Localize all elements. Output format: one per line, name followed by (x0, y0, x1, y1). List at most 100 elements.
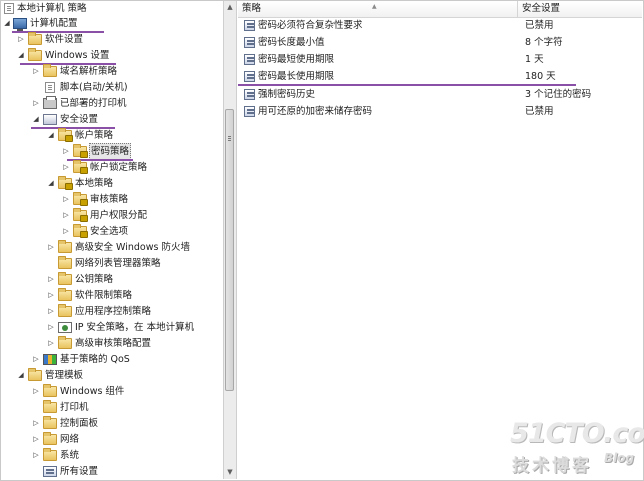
expand-arrow-icon[interactable]: ▷ (47, 336, 55, 351)
tree-item-label: 系统 (60, 450, 80, 461)
expand-arrow-icon[interactable]: ▷ (17, 32, 25, 47)
tree-item-label: 高级审核策略配置 (75, 338, 152, 349)
policy-item-icon (244, 37, 255, 48)
collapse-arrow-icon[interactable]: ◢ (47, 128, 55, 143)
expand-arrow-icon[interactable]: ▷ (47, 288, 55, 303)
tree-item-security-options[interactable]: ▷ 安全选项 (1, 224, 223, 239)
tree-item-lockout-policy[interactable]: ▷ 帐户锁定策略 (1, 160, 223, 175)
expand-arrow-icon[interactable]: ▷ (32, 432, 40, 447)
expand-arrow-icon[interactable]: ▷ (62, 192, 70, 207)
expand-arrow-icon[interactable]: ▷ (47, 304, 55, 319)
expand-arrow-icon[interactable]: ▷ (62, 160, 70, 175)
expand-arrow-icon[interactable]: ▷ (62, 224, 70, 239)
console-tree: 本地计算机 策略 ◢ 计算机配置 ▷ 软件设置 ◢ Windows 设置 ▷ 域… (1, 1, 223, 479)
tree-item-printers[interactable]: 打印机 (1, 400, 223, 415)
expand-arrow-icon[interactable]: ▷ (32, 416, 40, 431)
table-row[interactable]: 密码必须符合复杂性要求 已禁用 (238, 18, 642, 33)
expand-arrow-icon[interactable]: ▷ (32, 64, 40, 79)
expand-arrow-icon[interactable]: ▷ (62, 208, 70, 223)
sort-indicator-icon: ▲ (372, 3, 377, 10)
watermark-tagline: 技术博客 (512, 456, 592, 476)
collapse-arrow-icon[interactable]: ◢ (32, 112, 40, 127)
expand-arrow-icon[interactable]: ▷ (62, 144, 70, 159)
column-header-policy[interactable]: 策略 ▲ (238, 1, 518, 17)
collapse-arrow-icon[interactable]: ◢ (17, 368, 25, 383)
collapse-arrow-icon[interactable]: ◢ (17, 48, 25, 63)
tree-item-local-policies[interactable]: ◢ 本地策略 (1, 176, 223, 191)
tree-item-ipsec[interactable]: ▷ IP 安全策略，在 本地计算机 (1, 320, 223, 335)
tree-item-security-settings[interactable]: ◢ 安全设置 (1, 112, 223, 127)
folder-icon (28, 368, 42, 381)
policy-doc-icon (4, 3, 14, 14)
tree-item-deployed-printers[interactable]: ▷ 已部署的打印机 (1, 96, 223, 111)
tree-item-control-panel[interactable]: ▷ 控制面板 (1, 416, 223, 431)
tree-item-qos[interactable]: ▷ 基于策略的 QoS (1, 352, 223, 367)
expand-arrow-icon[interactable]: ▷ (47, 320, 55, 335)
tree-item-network[interactable]: ▷ 网络 (1, 432, 223, 447)
scroll-thumb[interactable] (225, 109, 234, 391)
tree-item-system[interactable]: ▷ 系统 (1, 448, 223, 463)
expand-arrow-icon[interactable]: ▷ (32, 96, 40, 111)
tree-item-label: 管理模板 (45, 370, 84, 381)
tree-item-user-rights[interactable]: ▷ 用户权限分配 (1, 208, 223, 223)
policy-item-icon (244, 106, 255, 117)
collapse-arrow-icon[interactable]: ◢ (47, 176, 55, 191)
policy-name: 密码最短使用期限 (258, 54, 335, 65)
policy-item-icon (244, 20, 255, 31)
folder-icon (58, 336, 72, 349)
tree-item-label: 安全设置 (60, 114, 99, 125)
tree-item-root[interactable]: 本地计算机 策略 (1, 1, 223, 16)
tree-item-label: 本地计算机 策略 (17, 3, 87, 14)
policy-value: 8 个字符 (525, 37, 563, 48)
table-row[interactable]: 用可还原的加密来储存密码 已禁用 (238, 104, 642, 119)
policy-name: 密码长度最小值 (258, 37, 325, 48)
computer-icon (13, 18, 27, 31)
tree-item-firewall[interactable]: ▷ 高级安全 Windows 防火墙 (1, 240, 223, 255)
collapse-arrow-icon[interactable]: ◢ (3, 16, 11, 31)
tree-item-software-settings[interactable]: ▷ 软件设置 (1, 32, 223, 47)
column-header-setting[interactable]: 安全设置 (518, 1, 642, 17)
tree-item-audit-policy[interactable]: ▷ 审核策略 (1, 192, 223, 207)
expand-arrow-icon[interactable]: ▷ (32, 352, 40, 367)
tree-item-software-restriction[interactable]: ▷ 软件限制策略 (1, 288, 223, 303)
expand-arrow-icon[interactable]: ▷ (47, 240, 55, 255)
tree-item-advanced-audit[interactable]: ▷ 高级审核策略配置 (1, 336, 223, 351)
column-header-label: 安全设置 (522, 3, 561, 14)
scroll-up-arrow-icon[interactable]: ▲ (224, 1, 236, 13)
tree-item-network-list[interactable]: 网络列表管理器策略 (1, 256, 223, 271)
table-row[interactable]: 强制密码历史 3 个记住的密码 (238, 87, 642, 102)
policy-name: 用可还原的加密来储存密码 (258, 106, 373, 117)
tree-item-admin-templates[interactable]: ◢ 管理模板 (1, 368, 223, 383)
scroll-down-arrow-icon[interactable]: ▼ (224, 466, 236, 478)
folder-icon (43, 384, 57, 397)
table-row[interactable]: 密码最短使用期限 1 天 (238, 52, 642, 67)
tree-item-name-resolution[interactable]: ▷ 域名解析策略 (1, 64, 223, 79)
tree-item-label: 帐户锁定策略 (90, 162, 148, 173)
tree-scrollbar[interactable]: ▲ ▼ (223, 1, 237, 479)
tree-item-label: 计算机配置 (30, 18, 78, 29)
lock-folder-icon (58, 128, 73, 142)
policy-value: 已禁用 (525, 106, 554, 117)
tree-item-label: 打印机 (60, 402, 89, 413)
tree-item-scripts[interactable]: 脚本(启动/关机) (1, 80, 223, 95)
expand-arrow-icon[interactable]: ▷ (32, 448, 40, 463)
expand-arrow-icon[interactable]: ▷ (32, 384, 40, 399)
folder-icon (43, 400, 57, 413)
tree-item-windows-settings[interactable]: ◢ Windows 设置 (1, 48, 223, 63)
tree-item-label: 本地策略 (75, 178, 114, 189)
tree-item-app-control[interactable]: ▷ 应用程序控制策略 (1, 304, 223, 319)
table-row[interactable]: 密码长度最小值 8 个字符 (238, 35, 642, 50)
tree-item-label: 基于策略的 QoS (60, 354, 130, 365)
expand-arrow-icon[interactable]: ▷ (47, 272, 55, 287)
tree-item-password-policy[interactable]: ▷ 密码策略 (1, 143, 223, 160)
table-row[interactable]: 密码最长使用期限 180 天 (238, 69, 642, 84)
tree-item-label: 脚本(启动/关机) (60, 82, 128, 93)
tree-item-account-policies[interactable]: ◢ 帐户策略 (1, 128, 223, 143)
folder-icon (58, 240, 72, 253)
tree-item-computer-config[interactable]: ◢ 计算机配置 (1, 16, 223, 31)
folder-icon (58, 256, 72, 269)
tree-item-all-settings[interactable]: 所有设置 (1, 464, 223, 479)
tree-item-public-key[interactable]: ▷ 公钥策略 (1, 272, 223, 287)
tree-item-windows-components[interactable]: ▷ Windows 组件 (1, 384, 223, 399)
lock-folder-icon (73, 208, 88, 222)
